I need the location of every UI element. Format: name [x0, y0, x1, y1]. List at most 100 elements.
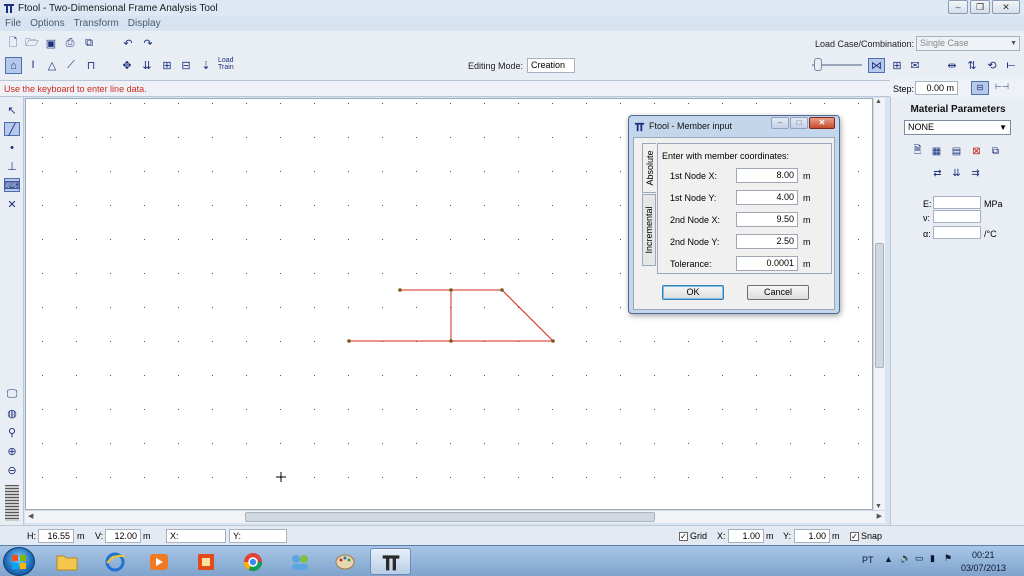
- distributed-load-icon[interactable]: ⇊: [140, 58, 154, 72]
- taskbar-chrome[interactable]: [232, 548, 273, 575]
- dialog-minimize-button[interactable]: –: [771, 117, 789, 129]
- restore-button[interactable]: ❐: [970, 0, 990, 14]
- zoom-out-icon[interactable]: ⊖: [4, 463, 20, 477]
- monitor-icon[interactable]: 🖵: [4, 387, 20, 401]
- cancel-button[interactable]: Cancel: [747, 285, 809, 300]
- language-indicator[interactable]: PT: [862, 555, 874, 565]
- scroll-left-icon[interactable]: ◀: [28, 512, 33, 520]
- horizontal-scrollbar[interactable]: ◀ ▶: [25, 510, 885, 523]
- displacement-icon[interactable]: ⇣: [199, 58, 213, 72]
- load-case-select[interactable]: Single Case ▼: [916, 36, 1020, 51]
- scroll-right-icon[interactable]: ▶: [877, 512, 882, 520]
- frame-model-icon[interactable]: ⌂: [5, 57, 22, 74]
- delete-material-icon[interactable]: ⊠: [970, 145, 983, 158]
- section-properties-icon[interactable]: I: [26, 58, 40, 72]
- clock-time[interactable]: 00:21: [972, 550, 995, 560]
- support-icon[interactable]: △: [45, 58, 59, 72]
- concrete-material-icon[interactable]: ▤: [950, 145, 963, 158]
- tolerance-input[interactable]: 0.0001: [736, 256, 798, 271]
- minimize-button[interactable]: –: [948, 0, 968, 14]
- open-folder-icon[interactable]: 🗁: [25, 36, 39, 50]
- material-list-icon[interactable]: ⧉: [989, 145, 1002, 158]
- new-file-icon[interactable]: 🗋: [6, 36, 20, 50]
- globe-icon[interactable]: ◍: [4, 406, 20, 420]
- scroll-down-icon[interactable]: ▼: [875, 503, 882, 510]
- shear-force-icon[interactable]: ⇅: [965, 58, 979, 72]
- grid-results-icon[interactable]: ⊞: [890, 58, 904, 72]
- menu-file[interactable]: File: [5, 18, 21, 29]
- action-center-icon[interactable]: ⚑: [944, 553, 952, 564]
- result-display-icon[interactable]: ⋈: [868, 58, 885, 73]
- node1-y-input[interactable]: 4.00: [736, 190, 798, 205]
- clock-date[interactable]: 03/07/2013: [961, 563, 1006, 573]
- new-material-icon[interactable]: 🗎: [911, 145, 924, 158]
- insert-node-icon[interactable]: •: [4, 141, 20, 155]
- taskbar-windows-live[interactable]: [279, 548, 320, 575]
- ok-button[interactable]: OK: [662, 285, 724, 300]
- bending-moment-icon[interactable]: ⟲: [985, 58, 999, 72]
- dialog-maximize-button[interactable]: □: [790, 117, 808, 129]
- undo-icon[interactable]: ↶: [121, 36, 135, 50]
- print-icon[interactable]: ⎙: [63, 36, 77, 50]
- vertical-scrollbar[interactable]: ▲ ▼: [873, 98, 885, 510]
- delete-icon[interactable]: ✕: [4, 197, 20, 211]
- taskbar-paint[interactable]: [324, 548, 365, 575]
- hinge-icon[interactable]: ⟋: [64, 58, 78, 72]
- node[interactable]: [449, 339, 453, 343]
- volume-icon[interactable]: 🔈: [900, 553, 911, 564]
- grid-x-input[interactable]: 1.00: [728, 529, 764, 543]
- node[interactable]: [449, 288, 453, 292]
- apply-material-icon[interactable]: ⇄: [931, 167, 944, 180]
- material-info-icon[interactable]: ⇉: [969, 167, 982, 180]
- tab-incremental[interactable]: Incremental: [642, 194, 656, 266]
- close-button[interactable]: ✕: [992, 0, 1020, 14]
- zoom-slider-thumb[interactable]: [814, 58, 822, 71]
- show-hidden-icons-icon[interactable]: ▲: [884, 554, 893, 564]
- node-load-icon[interactable]: ✥: [120, 58, 134, 72]
- member-load-icon[interactable]: ⊞: [160, 58, 174, 72]
- menu-transform[interactable]: Transform: [74, 18, 119, 29]
- prop-alpha-input[interactable]: [933, 226, 981, 239]
- dialog-close-button[interactable]: ✕: [809, 117, 835, 129]
- deformed-shape-icon[interactable]: ⟝: [1004, 58, 1018, 72]
- member-diagonal[interactable]: [501, 289, 554, 342]
- taskbar-explorer[interactable]: [46, 548, 87, 575]
- dimension-line-icon[interactable]: ⊥: [4, 159, 20, 173]
- envelope-icon[interactable]: ✉: [908, 58, 922, 72]
- node[interactable]: [500, 288, 504, 292]
- node2-x-input[interactable]: 9.50: [736, 212, 798, 227]
- node[interactable]: [398, 288, 402, 292]
- prop-e-input[interactable]: [933, 196, 981, 209]
- taskbar-internet-explorer[interactable]: [94, 548, 135, 575]
- node[interactable]: [551, 339, 555, 343]
- load-train-button[interactable]: Load Train: [218, 57, 234, 71]
- keyboard-input-icon[interactable]: ⌨: [4, 178, 20, 192]
- taskbar-office[interactable]: [185, 548, 226, 575]
- vertical-scroll-thumb[interactable]: [875, 243, 884, 368]
- save-icon[interactable]: ▣: [44, 36, 58, 50]
- axial-force-icon[interactable]: ⇹: [945, 58, 959, 72]
- network-icon[interactable]: ▮: [930, 553, 935, 564]
- apply-all-icon[interactable]: ⇊: [950, 167, 963, 180]
- taskbar-media-player[interactable]: [138, 548, 179, 575]
- node[interactable]: [347, 339, 351, 343]
- insert-member-icon[interactable]: ╱: [4, 122, 20, 136]
- scroll-up-icon[interactable]: ▲: [875, 98, 882, 105]
- node1-x-input[interactable]: 8.00: [736, 168, 798, 183]
- material-select[interactable]: NONE ▼: [904, 120, 1011, 135]
- start-button[interactable]: [3, 547, 35, 576]
- select-arrow-icon[interactable]: ↖: [4, 103, 20, 117]
- zoom-icon[interactable]: ⚲: [4, 425, 20, 439]
- menu-display[interactable]: Display: [128, 18, 161, 29]
- zoom-in-icon[interactable]: ⊕: [4, 444, 20, 458]
- snap-checkbox[interactable]: ✓: [850, 532, 859, 541]
- temperature-load-icon[interactable]: ⊟: [179, 58, 193, 72]
- step-input[interactable]: 0.00 m: [915, 81, 958, 95]
- frame-icon[interactable]: ⊓: [84, 58, 98, 72]
- ruler-icon[interactable]: ⊟: [971, 81, 989, 95]
- grid-y-input[interactable]: 1.00: [794, 529, 830, 543]
- node2-y-input[interactable]: 2.50: [736, 234, 798, 249]
- grid-checkbox[interactable]: ✓: [679, 532, 688, 541]
- battery-icon[interactable]: ▭: [915, 553, 924, 564]
- prop-nu-input[interactable]: [933, 210, 981, 223]
